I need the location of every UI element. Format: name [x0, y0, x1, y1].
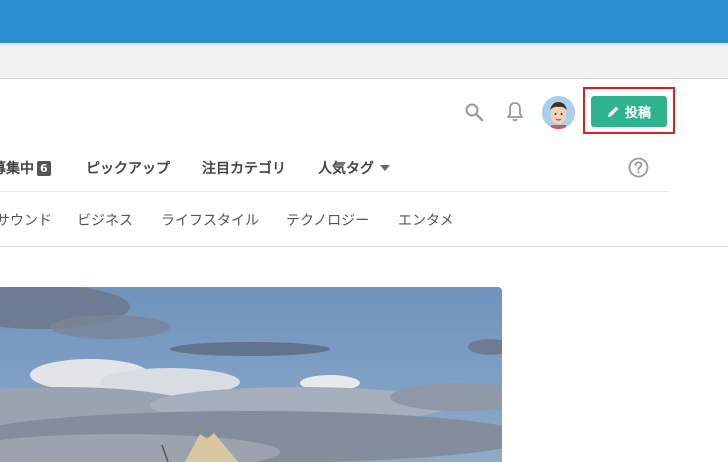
- sky-photo: [0, 287, 502, 462]
- primary-nav: 募集中6 ピックアップ 注目カテゴリ 人気タグ: [0, 148, 668, 192]
- post-button-label: 投稿: [624, 106, 651, 121]
- post-button[interactable]: 投稿: [591, 96, 667, 127]
- search-button[interactable]: [462, 100, 486, 124]
- nav-item-popular-tags[interactable]: 人気タグ: [318, 158, 390, 178]
- chevron-down-icon: [380, 165, 390, 171]
- bell-icon: [507, 102, 523, 122]
- nav-item-pickup[interactable]: ピックアップ: [86, 158, 170, 178]
- count-badge: 6: [37, 161, 51, 176]
- category-nav: サウンド ビジネス ライフスタイル テクノロジー エンタメ: [0, 193, 728, 247]
- nav-item-recruiting[interactable]: 募集中6: [0, 158, 51, 178]
- address-strip: [0, 43, 728, 79]
- nav-item-label: 人気タグ: [318, 161, 374, 177]
- category-item-entertainment[interactable]: エンタメ: [398, 210, 454, 230]
- question-circle-icon: [628, 157, 649, 178]
- avatar-face-icon: [542, 96, 575, 129]
- help-button[interactable]: [628, 157, 649, 178]
- category-item-sound[interactable]: サウンド: [0, 210, 52, 230]
- nav-item-label: 募集中: [0, 161, 34, 177]
- browser-top-bar: [0, 0, 728, 43]
- user-avatar[interactable]: [542, 96, 575, 129]
- search-icon: [465, 103, 484, 122]
- notifications-button[interactable]: [503, 100, 527, 124]
- nav-item-featured-categories[interactable]: 注目カテゴリ: [202, 158, 286, 178]
- featured-article-image[interactable]: [0, 287, 502, 462]
- nav-item-label: 注目カテゴリ: [202, 161, 286, 177]
- pencil-icon: [607, 106, 619, 117]
- category-item-business[interactable]: ビジネス: [77, 210, 133, 230]
- category-item-lifestyle[interactable]: ライフスタイル: [161, 210, 259, 230]
- nav-item-label: ピックアップ: [86, 161, 170, 177]
- category-item-technology[interactable]: テクノロジー: [286, 210, 369, 230]
